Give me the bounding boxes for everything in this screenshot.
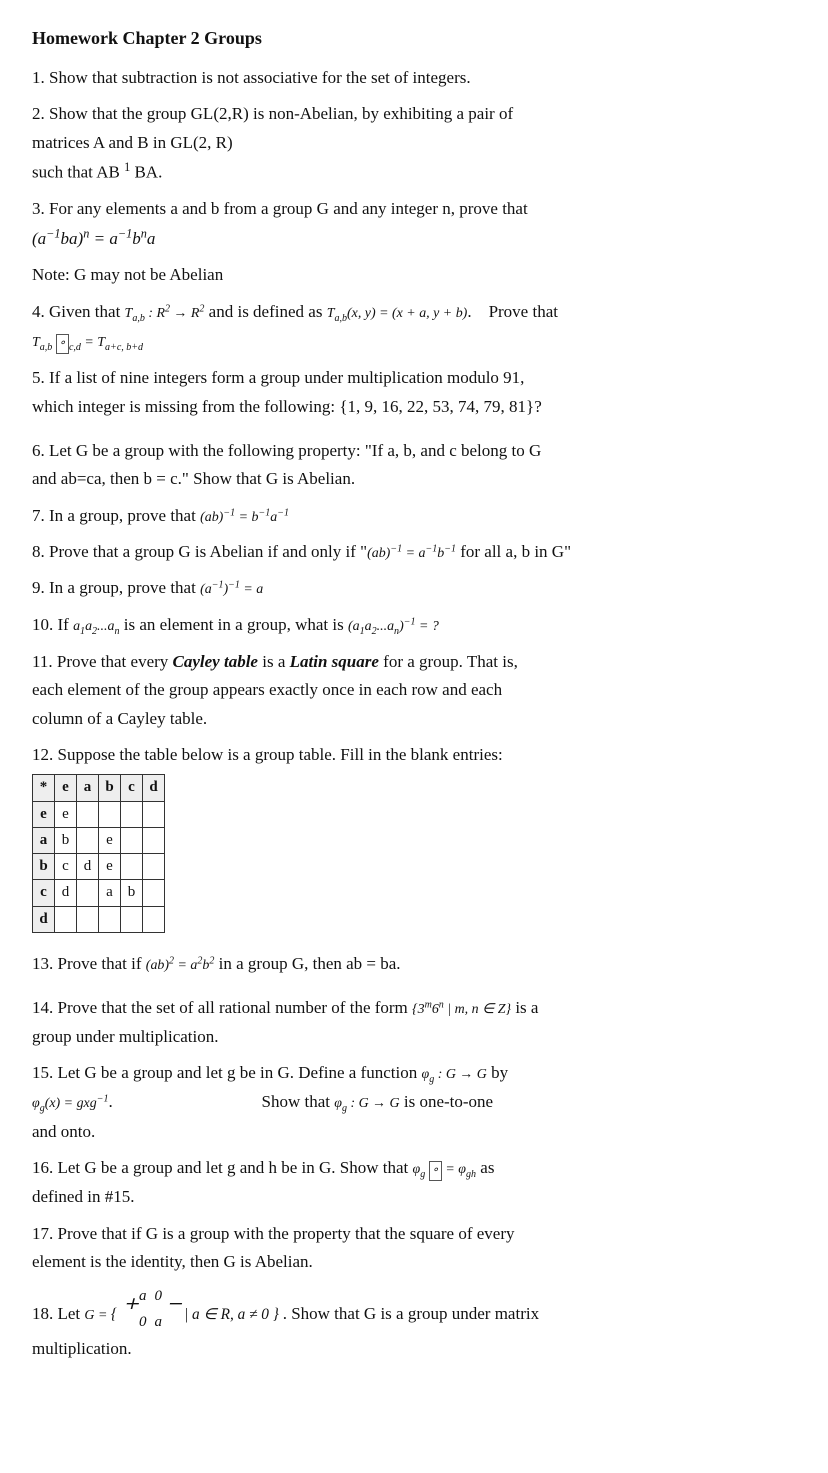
problem-4: 4. Given that Ta,b : R2 → R2 and is defi… [32, 299, 796, 356]
problem-11: 11. Prove that every Cayley table is a L… [32, 649, 796, 732]
problem-6: 6. Let G be a group with the following p… [32, 438, 796, 493]
problem-10: 10. If a1a2...an is an element in a grou… [32, 612, 796, 639]
problem-1: 1. Show that subtraction is not associat… [32, 65, 796, 91]
problem-7: 7. In a group, prove that (ab)−1 = b−1a−… [32, 503, 796, 529]
problem-15: 15. Let G be a group and let g be in G. … [32, 1060, 796, 1145]
problem-9: 9. In a group, prove that (a−1)−1 = a [32, 575, 796, 601]
problem-14: 14. Prove that the set of all rational n… [32, 995, 796, 1050]
problem-5: 5. If a list of nine integers form a gro… [32, 365, 796, 420]
problem-13: 13. Prove that if (ab)2 = a2b2 in a grou… [32, 951, 796, 977]
page-title: Homework Chapter 2 Groups [32, 28, 796, 49]
problem-3-note: Note: G may not be Abelian [32, 262, 796, 288]
problem-18: 18. Let G = { ⁺ a0 0a ⁻ | a ∈ R, a ≠ 0 }… [32, 1285, 796, 1362]
problem-3: 3. For any elements a and b from a group… [32, 196, 796, 252]
cayley-table: * e a b c d e e a b e [32, 774, 796, 933]
problem-16: 16. Let G be a group and let g and h be … [32, 1155, 796, 1211]
problem-12: 12. Suppose the table below is a group t… [32, 742, 796, 933]
problem-17: 17. Prove that if G is a group with the … [32, 1221, 796, 1276]
problem-8: 8. Prove that a group G is Abelian if an… [32, 539, 796, 565]
problem-2: 2. Show that the group GL(2,R) is non-Ab… [32, 101, 796, 186]
problem-1-number: 1. [32, 68, 49, 87]
